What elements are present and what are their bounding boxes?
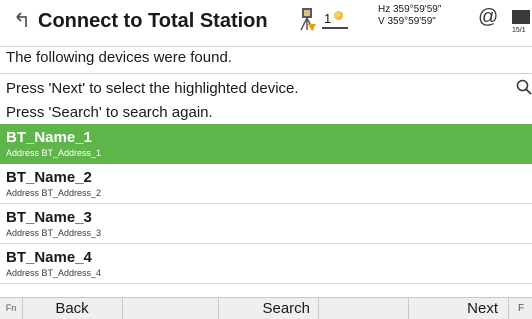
angle-readout: Hz 359°59'59" V 359°59'59" [378,4,441,28]
v-angle: V 359°59'59" [378,16,436,27]
device-list: BT_Name_1 Address BT_Address_1 BT_Name_2… [0,124,532,284]
device-name: BT_Name_1 [6,129,92,146]
total-station-icon [300,8,316,31]
device-address: Address BT_Address_1 [6,148,102,158]
message-search: Press 'Search' to search again. [6,104,213,121]
message-next: Press 'Next' to select the highlighted d… [6,80,299,97]
back-button[interactable]: Back [22,298,122,319]
device-row[interactable]: BT_Name_4 Address BT_Address_4 [0,244,532,284]
device-name: BT_Name_4 [6,249,92,266]
search-button[interactable]: Search [218,298,318,319]
device-row[interactable]: BT_Name_3 Address BT_Address_3 [0,204,532,244]
satellite-count: 1 [324,11,332,26]
device-address: Address BT_Address_2 [6,188,102,198]
battery-label: 15/1 [512,27,526,34]
header-bar: Connect to Total Station 1 Hz 359°59'59"… [0,0,532,47]
device-name: BT_Name_3 [6,209,92,226]
hz-angle: Hz 359°59'59" [378,4,442,15]
back-arrow-icon[interactable] [14,12,30,28]
device-address: Address BT_Address_4 [6,268,102,278]
at-icon[interactable]: @ [478,6,498,29]
divider [0,73,532,74]
device-name: BT_Name_2 [6,169,92,186]
battery-icon [512,10,530,24]
device-address: Address BT_Address_3 [6,228,102,238]
softkey-bar: Fn Back Search Next F [0,297,532,319]
device-row[interactable]: BT_Name_2 Address BT_Address_2 [0,164,532,204]
device-row[interactable]: BT_Name_1 Address BT_Address_1 [0,124,532,164]
message-found: The following devices were found. [6,49,232,66]
more-key[interactable]: F [508,298,532,319]
satellite-bar [322,27,348,29]
satellite-icon [334,11,343,20]
empty-softkey [318,298,409,319]
empty-softkey [122,298,219,319]
next-button[interactable]: Next [408,298,508,319]
search-icon[interactable] [516,79,532,97]
fn-key[interactable]: Fn [0,298,23,319]
page-title: Connect to Total Station [38,10,268,32]
